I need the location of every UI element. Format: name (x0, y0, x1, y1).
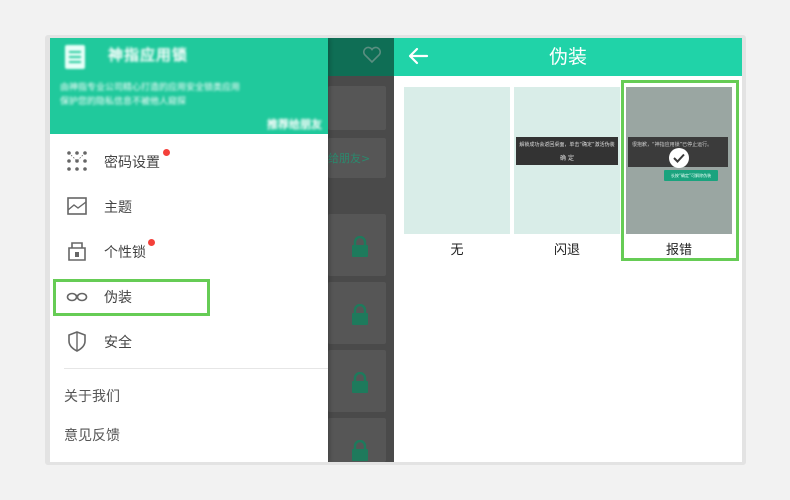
page-title: 伪装 (548, 46, 587, 68)
background-card (328, 86, 386, 130)
menu-divider (64, 368, 328, 369)
lock-icon (352, 236, 368, 257)
crash-dialog-text: 解锁成功会返回桌面，单击“确定”激活伪装 (519, 142, 615, 148)
back-arrow-icon[interactable] (406, 45, 430, 67)
menu-item-about-us[interactable]: 关于我们 (64, 386, 120, 406)
menu-label-security: 安全 (104, 335, 132, 351)
shop-lock-icon (68, 242, 86, 261)
recommend-to-friend-link[interactable]: 推荐给朋友 (267, 116, 322, 132)
error-option-highlight-box (621, 80, 739, 261)
notification-badge (148, 239, 155, 246)
navigation-drawer: 神指应用锁 由神指专业公司精心打造的应用安全锁类应用 保护您的隐私信息不被他人窥… (50, 38, 328, 462)
disguise-option-none[interactable] (404, 87, 510, 234)
menu-label-custom-lock: 个性锁 (104, 245, 146, 261)
shield-icon (68, 331, 86, 352)
lock-icon (352, 440, 368, 461)
picture-frame-icon (67, 197, 87, 215)
app-logo-icon (65, 45, 85, 69)
menu-item-theme[interactable]: 主题 (50, 184, 328, 228)
disguise-option-crash[interactable]: 解锁成功会返回桌面，单击“确定”激活伪装 确 定 (514, 87, 620, 234)
notification-badge (163, 149, 170, 156)
background-app-dimmed: 给朋友> (328, 38, 394, 462)
menu-item-password-settings[interactable]: 密码设置 (50, 139, 328, 183)
menu-label-theme: 主题 (104, 200, 132, 216)
app-description-line1: 由神指专业公司精心打造的应用安全锁类应用 (60, 83, 241, 93)
lock-icon (352, 304, 368, 325)
menu-item-feedback[interactable]: 意见反馈 (64, 425, 120, 445)
crash-preview-dialog: 解锁成功会返回桌面，单击“确定”激活伪装 确 定 (516, 137, 618, 165)
option-label-none: 无 (450, 243, 464, 258)
option-label-crash: 闪退 (553, 243, 580, 258)
heart-icon (362, 46, 382, 64)
app-name: 神指应用锁 (108, 46, 189, 64)
disguise-toolbar: 伪装 (394, 38, 742, 76)
drawer-header: 神指应用锁 由神指专业公司精心打造的应用安全锁类应用 保护您的隐私信息不被他人窥… (50, 38, 328, 134)
menu-label-password-settings: 密码设置 (104, 155, 160, 171)
pattern-dots-icon (67, 151, 87, 171)
disguise-highlight-box (53, 279, 210, 316)
background-app-toolbar (328, 38, 394, 76)
lock-icon (352, 372, 368, 393)
invite-friends-text: 给朋友> (328, 152, 371, 165)
left-phone-screen: 给朋友> 神指应用锁 由神指专业公司精心打造的应用安全锁类应用 保护您的隐私信息… (50, 38, 394, 462)
app-description-line2: 保护您的隐私信息不被他人窥探 (60, 97, 187, 107)
menu-item-custom-lock[interactable]: 个性锁 (50, 229, 328, 273)
menu-item-security[interactable]: 安全 (50, 319, 328, 363)
crash-dialog-button: 确 定 (560, 155, 574, 162)
